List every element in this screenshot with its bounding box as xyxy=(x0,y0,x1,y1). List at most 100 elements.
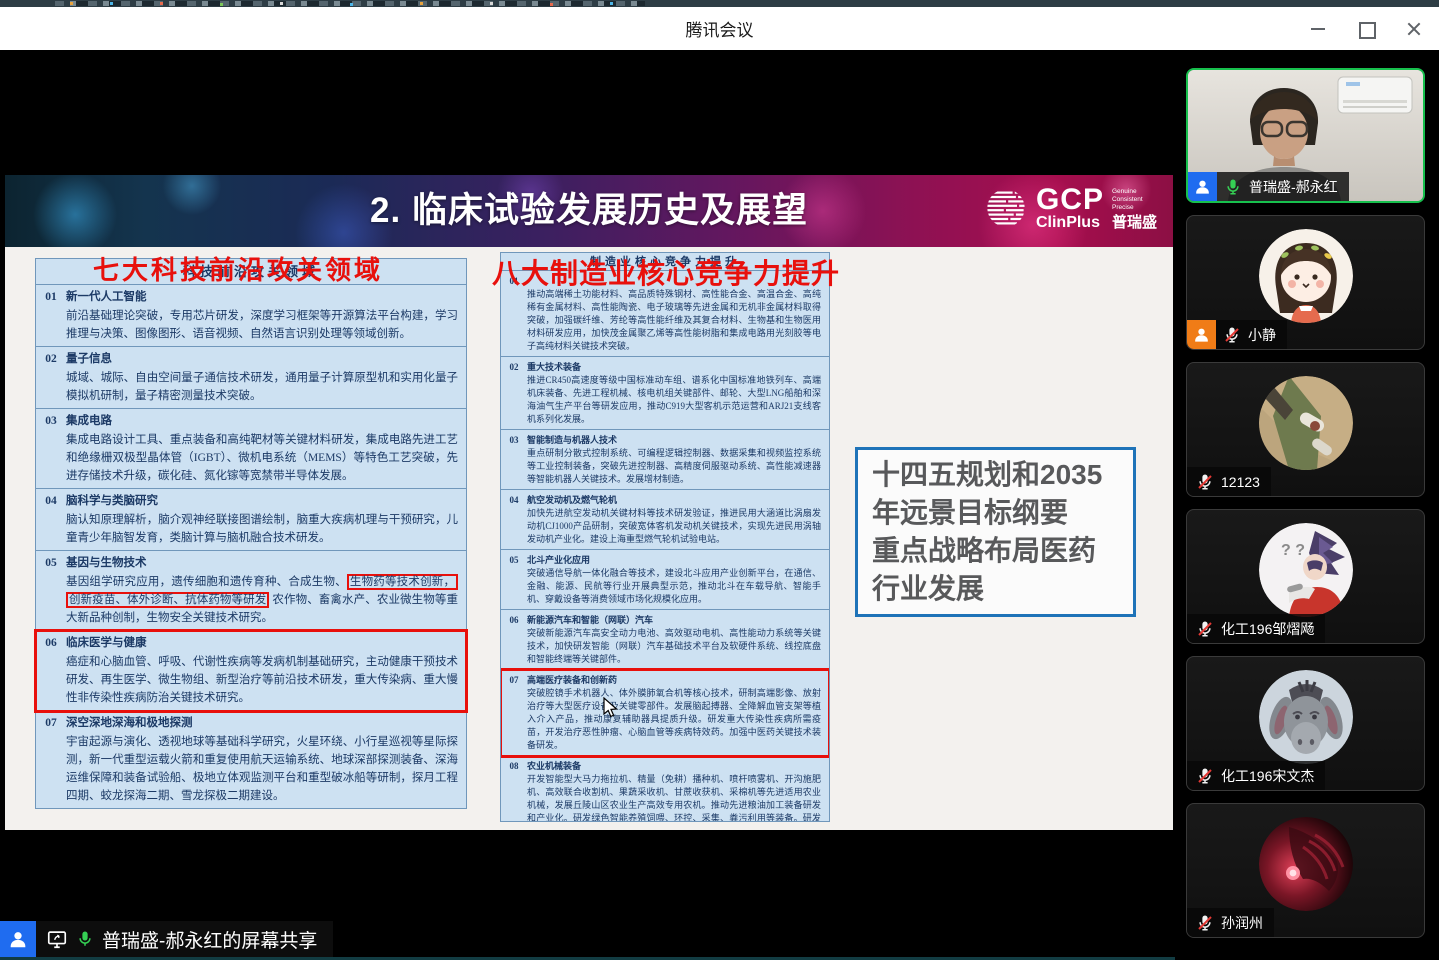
participant-thumbnail[interactable]: 普瑞盛-郝永红 xyxy=(1186,68,1425,203)
item-body: 推进CR450高速度等级中国标准动车组、谱系化中国标准地铁列车、高端机床装备、先… xyxy=(527,374,821,426)
item-number: 05 xyxy=(36,554,66,627)
item-body: 加快先进航空发动机关键材料等技术研发验证，推进民用大涵道比涡扇发动机CJ1000… xyxy=(527,507,821,546)
gcp-clinplus-logo: GCP ClinPlus Genuine Consistent Precise … xyxy=(984,185,1157,231)
globe-icon xyxy=(984,186,1028,230)
item-content: 临床医学与健康癌症和心脑血管、呼吸、代谢性疾病等发病机制基础研究，主动健康干预技… xyxy=(66,634,458,707)
person-badge-icon xyxy=(1187,320,1216,349)
table-item: 08农业机械装备开发智能型大马力拖拉机、精量（免耕）播种机、喷杆喷雾机、开沟施肥… xyxy=(501,756,829,822)
participant-name-bar: 普瑞盛-郝永红 xyxy=(1188,172,1349,201)
item-title: 临床医学与健康 xyxy=(66,634,458,653)
table-item: 04航空发动机及燃气轮机加快先进航空发动机关键材料等技术研发验证，推进民用大涵道… xyxy=(501,490,829,550)
person-icon xyxy=(7,928,29,950)
table-item: 02重大技术装备推进CR450高速度等级中国标准动车组、谱系化中国标准地铁列车、… xyxy=(501,357,829,430)
item-content: 农业机械装备开发智能型大马力拖拉机、精量（免耕）播种机、喷杆喷雾机、开沟施肥机、… xyxy=(527,759,821,822)
participant-avatar xyxy=(1259,670,1353,764)
close-icon[interactable] xyxy=(1405,20,1423,38)
participant-thumbnail[interactable]: 化工196宋文杰 xyxy=(1186,656,1425,791)
item-title: 脑科学与类脑研究 xyxy=(66,492,458,511)
table-item: 07高端医疗装备和创新药突破腔镜手术机器人、体外膜肺氧合机等核心技术，研制高端影… xyxy=(501,670,829,756)
participant-thumbnail[interactable]: 12123 xyxy=(1186,362,1425,497)
table-item: 06临床医学与健康癌症和心脑血管、呼吸、代谢性疾病等发病机制基础研究，主动健康干… xyxy=(36,631,466,711)
item-title: 量子信息 xyxy=(66,350,458,369)
participant-thumbnail[interactable]: 孙润州 xyxy=(1186,803,1425,938)
mic-muted-icon xyxy=(1196,473,1214,491)
item-title: 重大技术装备 xyxy=(527,360,821,374)
manufacturing-table: 制造业核心竞争力提升01 推动高端稀土功能材料、高品质特殊钢材、高性能合金、高温… xyxy=(500,252,830,822)
item-title: 智能制造与机器人技术 xyxy=(527,433,821,447)
item-number: 06 xyxy=(36,634,66,707)
item-number: 04 xyxy=(501,493,527,546)
item-title: 新能源汽车和智能（网联）汽车 xyxy=(527,613,821,627)
item-body: 突破通信导航一体化融合等技术，建设北斗应用产业创新平台，在通信、金融、能源、民航… xyxy=(527,567,821,606)
item-body: 突破新能源汽车高安全动力电池、高效驱动电机、高性能动力系统等关键技术，加快研发智… xyxy=(527,627,821,666)
item-body: 开发智能型大马力拖拉机、精量（免耕）播种机、喷杆喷雾机、开沟施肥机、高效联合收割… xyxy=(527,773,821,822)
participant-avatar xyxy=(1259,376,1353,470)
item-title: 北斗产业化应用 xyxy=(527,553,821,567)
callout-box: 十四五规划和2035年远景目标纲要 重点战略布局医药行业发展 xyxy=(855,447,1136,617)
item-content: 集成电路集成电路设计工具、重点装备和高纯靶材等关键材料研发，集成电路先进工艺和绝… xyxy=(66,412,458,485)
participant-name-bar: 化工196宋文杰 xyxy=(1187,761,1325,790)
participant-thumbnail[interactable]: 小静 xyxy=(1186,215,1425,350)
item-title: 航空发动机及燃气轮机 xyxy=(527,493,821,507)
item-body: 脑认知原理解析，脑介观神经联接图谱绘制，脑重大疾病机理与干预研究，儿童青少年脑智… xyxy=(66,511,458,547)
table-item: 01新一代人工智能前沿基础理论突破，专用芯片研发，深度学习框架等开源算法平台构建… xyxy=(36,285,466,347)
item-title: 新一代人工智能 xyxy=(66,288,458,307)
item-content: 新能源汽车和智能（网联）汽车突破新能源汽车高安全动力电池、高效驱动电机、高性能动… xyxy=(527,613,821,666)
mic-on-icon xyxy=(76,930,94,948)
item-content: 智能制造与机器人技术重点研制分散式控制系统、可编程逻辑控制器、数据采集和视频监控… xyxy=(527,433,821,486)
mic-muted-icon xyxy=(1196,767,1214,785)
item-body: 前沿基础理论突破，专用芯片研发，深度学习框架等开源算法平台构建，学习推理与决策、… xyxy=(66,307,458,343)
participant-avatar: ? ? xyxy=(1259,523,1353,617)
item-title: 深空深地深海和极地探测 xyxy=(66,714,458,733)
table-item: 02量子信息城域、城际、自由空间量子通信技术研发，通用量子计算原型机和实用化量子… xyxy=(36,347,466,409)
item-number: 06 xyxy=(501,613,527,666)
table-item: 03智能制造与机器人技术重点研制分散式控制系统、可编程逻辑控制器、数据采集和视频… xyxy=(501,430,829,490)
svg-text:? ?: ? ? xyxy=(1281,542,1305,559)
item-content: 高端医疗装备和创新药突破腔镜手术机器人、体外膜肺氧合机等核心技术，研制高端影像、… xyxy=(527,673,821,752)
minimize-icon[interactable] xyxy=(1309,20,1327,38)
item-number: 04 xyxy=(36,492,66,547)
item-body-segment: 基因组学研究应用，遗传细胞和遗传育种、合成生物、 xyxy=(66,576,347,588)
maximize-icon[interactable] xyxy=(1357,20,1375,38)
participant-name-bar: 化工196邹熠飏 xyxy=(1187,614,1325,643)
logo-brand-cn: 普瑞盛 xyxy=(1112,215,1157,230)
item-content: 航空发动机及燃气轮机加快先进航空发动机关键材料等技术研发验证，推进民用大涵道比涡… xyxy=(527,493,821,546)
item-number: 02 xyxy=(36,350,66,405)
slide-banner: 2. 临床试验发展历史及展望 GCP xyxy=(5,175,1173,247)
mic-on-icon xyxy=(1224,178,1242,196)
item-content: 基因与生物技术基因组学研究应用，遗传细胞和遗传育种、合成生物、生物药等技术创新，… xyxy=(66,554,458,627)
participant-avatar xyxy=(1259,229,1353,323)
os-taskbar-strip xyxy=(0,0,1439,7)
item-content: 新一代人工智能前沿基础理论突破，专用芯片研发，深度学习框架等开源算法平台构建，学… xyxy=(66,288,458,343)
participant-name: 普瑞盛-郝永红 xyxy=(1249,177,1338,197)
meeting-main: 2. 临床试验发展历史及展望 GCP xyxy=(0,50,1439,960)
item-number: 08 xyxy=(501,759,527,822)
item-number: 05 xyxy=(501,553,527,606)
share-bar-label: 普瑞盛-郝永红的屏幕共享 xyxy=(102,926,317,953)
item-number: 03 xyxy=(36,412,66,485)
table-item: 07深空深地深海和极地探测宇宙起源与演化、透视地球等基础科学研究，火星环绕、小行… xyxy=(36,711,466,808)
participant-thumbnail[interactable]: ? ? 化工196邹熠飏 xyxy=(1186,509,1425,644)
screen-share-status-bar: 普瑞盛-郝永红的屏幕共享 xyxy=(0,921,333,957)
item-content: 重大技术装备推进CR450高速度等级中国标准动车组、谱系化中国标准地铁列车、高端… xyxy=(527,360,821,426)
item-body: 突破腔镜手术机器人、体外膜肺氧合机等核心技术，研制高端影像、放射治疗等大型医疗设… xyxy=(527,687,821,752)
item-number: 07 xyxy=(501,673,527,752)
window-title: 腾讯会议 xyxy=(686,16,754,41)
table-item: 06新能源汽车和智能（网联）汽车突破新能源汽车高安全动力电池、高效驱动电机、高性… xyxy=(501,610,829,670)
logo-tagline: Genuine xyxy=(1112,188,1157,196)
item-content: 量子信息城域、城际、自由空间量子通信技术研发，通用量子计算原型机和实用化量子模拟… xyxy=(66,350,458,405)
window-titlebar: 腾讯会议 xyxy=(0,7,1439,50)
item-number: 02 xyxy=(501,360,527,426)
shared-screen-area: 2. 临床试验发展历史及展望 GCP xyxy=(0,50,1175,960)
window-controls xyxy=(1309,7,1423,50)
table-item: 05北斗产业化应用突破通信导航一体化融合等技术，建设北斗应用产业创新平台，在通信… xyxy=(501,550,829,610)
item-content: 脑科学与类脑研究脑认知原理解析，脑介观神经联接图谱绘制，脑重大疾病机理与干预研究… xyxy=(66,492,458,547)
tech-frontier-table: 科技前沿攻关领域01新一代人工智能前沿基础理论突破，专用芯片研发，深度学习框架等… xyxy=(35,258,467,809)
table-item: 03集成电路集成电路设计工具、重点装备和高纯靶材等关键材料研发，集成电路先进工艺… xyxy=(36,409,466,489)
item-content: 深空深地深海和极地探测宇宙起源与演化、透视地球等基础科学研究，火星环绕、小行星巡… xyxy=(66,714,458,805)
callout-line: 重点战略布局医药行业发展 xyxy=(872,532,1119,608)
item-title: 农业机械装备 xyxy=(527,759,821,773)
item-body: 宇宙起源与演化、透视地球等基础科学研究，火星环绕、小行星巡视等星际探测，新一代重… xyxy=(66,733,458,805)
participant-name: 小静 xyxy=(1248,325,1276,345)
item-body: 推动高端稀土功能材料、高品质特殊钢材、高性能合金、高温合金、高纯稀有金属材料、高… xyxy=(527,288,821,353)
